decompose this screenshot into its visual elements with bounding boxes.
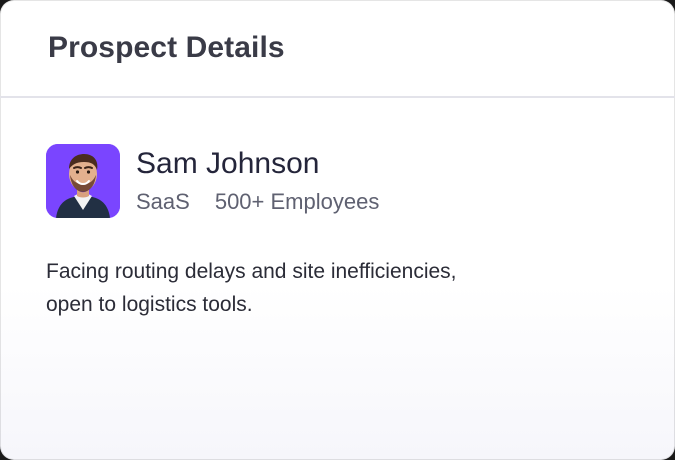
prospect-company-size: 500+ Employees [214,189,380,214]
prospect-description: Facing routing delays and site inefficie… [46,255,566,321]
prospect-description-line-1: Facing routing delays and site inefficie… [46,260,457,283]
prospect-industry: SaaS [136,189,190,214]
avatar [46,144,120,218]
card-header: Prospect Details [0,0,675,98]
prospect-subline: SaaS 500+ Employees [136,189,379,215]
prospect-summary: Sam Johnson SaaS 500+ Employees [46,144,629,218]
prospect-name: Sam Johnson [136,147,320,180]
card-title: Prospect Details [48,31,285,64]
card-content: Sam Johnson SaaS 500+ Employees Facing r… [0,98,675,321]
prospect-description-line-2: open to logistics tools. [46,293,253,316]
person-portrait-icon [46,144,120,218]
prospect-details-card: Prospect Details Sam Johnson SaaS 500+ E… [0,0,675,460]
prospect-meta: Sam Johnson SaaS 500+ Employees [136,147,379,215]
